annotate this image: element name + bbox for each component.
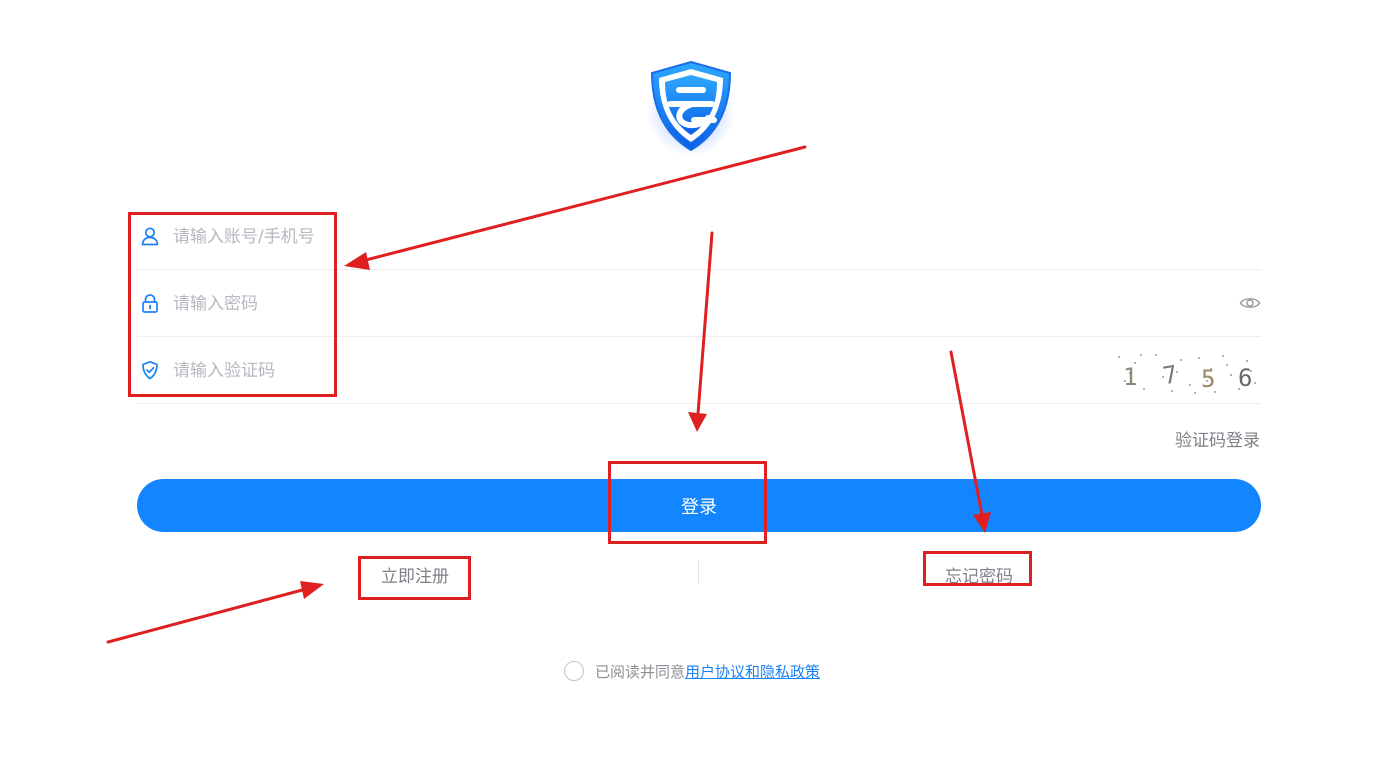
annotation-arrow bbox=[949, 350, 984, 517]
annotation-arrow bbox=[360, 145, 807, 263]
annotation-arrow bbox=[696, 231, 714, 416]
annotation-arrowhead bbox=[688, 412, 707, 432]
annotation-arrowhead bbox=[300, 581, 324, 599]
annotation-arrow bbox=[106, 587, 308, 644]
annotation-arrowhead bbox=[344, 252, 370, 270]
annotation-arrows bbox=[106, 145, 991, 644]
annotation-arrowhead bbox=[973, 512, 991, 533]
